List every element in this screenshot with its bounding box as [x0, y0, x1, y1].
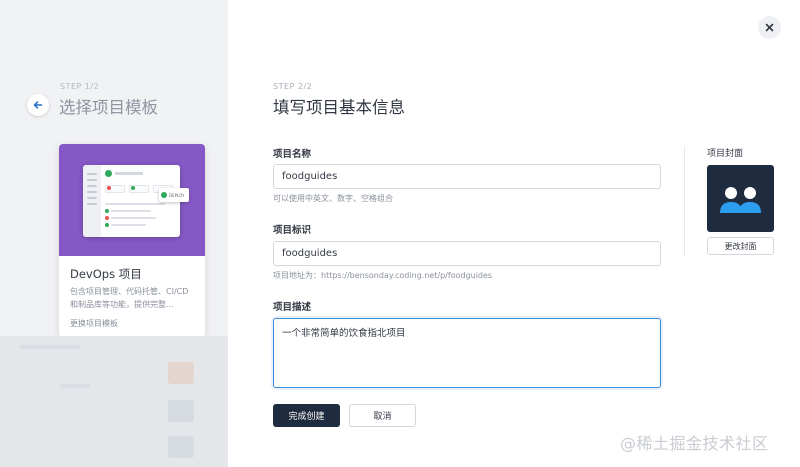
project-description-label: 项目描述	[273, 302, 312, 313]
cancel-button[interactable]: 取消	[349, 404, 416, 427]
close-button[interactable]	[758, 16, 781, 39]
project-cover-image	[707, 165, 774, 232]
background-placeholder	[20, 345, 80, 349]
watermark: @稀土掘金技术社区	[620, 434, 769, 453]
project-identifier-input[interactable]	[273, 241, 661, 266]
project-name-label: 项目名称	[273, 149, 312, 160]
background-placeholder	[168, 362, 194, 384]
template-card[interactable]: DEPLOY DevOps 项目 包含项目管理、代码托管、CI/CD 和制品库等…	[59, 144, 205, 337]
project-name-input[interactable]	[273, 164, 661, 189]
left-panel: STEP 1/2 选择项目模板 DEPLOY DevOps 项目 包含项目管理、…	[0, 0, 228, 467]
page-title: 填写项目基本信息	[273, 98, 405, 117]
create-project-button[interactable]: 完成创建	[273, 404, 340, 427]
project-cover-label: 项目封面	[707, 149, 744, 159]
previous-step-label: STEP 1/2	[60, 82, 100, 91]
project-description-textarea[interactable]	[273, 318, 661, 388]
template-banner: DEPLOY	[59, 144, 205, 256]
project-url-hint: 项目地址为：https://bensonday.coding.net/p/foo…	[273, 271, 493, 280]
background-placeholder	[168, 436, 194, 458]
template-description: 包含项目管理、代码托管、CI/CD 和制品库等功能，提供完整...	[70, 287, 189, 309]
team-avatar-icon	[720, 187, 761, 213]
arrow-left-icon	[33, 101, 43, 109]
create-project-modal: STEP 2/2 填写项目基本信息 项目名称 可以使用中英文、数字、空格组合 项…	[228, 0, 800, 467]
change-cover-button[interactable]: 更改封面	[707, 237, 774, 255]
previous-step-title: 选择项目模板	[59, 98, 158, 117]
project-identifier-label: 项目标识	[273, 225, 312, 236]
background-placeholder	[168, 400, 194, 422]
cover-divider	[684, 146, 685, 256]
close-icon	[765, 23, 774, 32]
project-name-hint: 可以使用中英文、数字、空格组合	[273, 194, 393, 203]
change-template-link[interactable]: 更换项目模板	[70, 318, 118, 329]
deploy-badge-illustration: DEPLOY	[159, 188, 189, 202]
step-label: STEP 2/2	[273, 82, 313, 91]
background-placeholder	[60, 384, 90, 388]
template-name: DevOps 项目	[70, 267, 142, 281]
back-button[interactable]	[27, 94, 49, 116]
